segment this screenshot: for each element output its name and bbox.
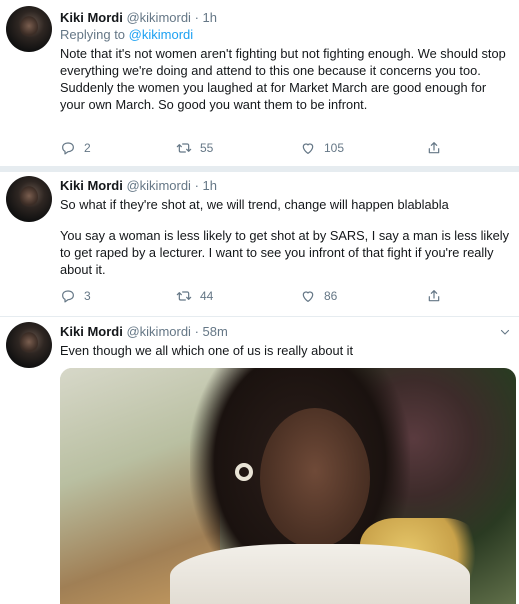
share-icon: [428, 290, 440, 302]
tweet-paragraph: Even though we all which one of us is re…: [60, 343, 354, 358]
like-button[interactable]: 105: [300, 140, 344, 156]
tweet-header: Kiki Mordi @kikimordi · 58m: [60, 324, 228, 340]
like-button[interactable]: 86: [300, 288, 337, 304]
tweet-paragraph: Suddenly the women you laughed at for Ma…: [60, 80, 487, 112]
avatar[interactable]: [6, 176, 52, 222]
replying-to-label: Replying to: [60, 27, 129, 42]
retweet-button[interactable]: 44: [176, 288, 213, 304]
retweet-button[interactable]: 55: [176, 140, 213, 156]
tweet-text: So what if they're shot at, we will tren…: [60, 196, 512, 278]
replying-to-handle-link[interactable]: @kikimordi: [129, 27, 193, 42]
avatar[interactable]: [6, 6, 52, 52]
separator-dot: ·: [194, 10, 199, 25]
share-button[interactable]: [426, 140, 442, 156]
tweet-header: Kiki Mordi @kikimordi · 1h: [60, 10, 217, 26]
display-name[interactable]: Kiki Mordi: [60, 178, 123, 193]
replying-to: Replying to @kikimordi: [60, 27, 193, 43]
retweet-count: 44: [200, 289, 214, 303]
timestamp[interactable]: 1h: [203, 178, 217, 193]
heart-icon: [302, 291, 314, 302]
like-count: 86: [324, 289, 338, 303]
tweet-actions: 2 55 105: [60, 140, 460, 158]
tweet-2[interactable]: Kiki Mordi @kikimordi · 1h So what if th…: [0, 172, 519, 314]
tweet-text: Even though we all which one of us is re…: [60, 342, 512, 359]
share-icon: [428, 142, 440, 154]
retweet-icon: [176, 143, 192, 153]
heart-icon: [302, 143, 314, 154]
reply-count: 2: [84, 141, 91, 155]
user-handle[interactable]: @kikimordi: [126, 324, 190, 339]
retweet-icon: [176, 291, 192, 301]
photo-face: [260, 408, 370, 548]
reply-count: 3: [84, 289, 91, 303]
display-name[interactable]: Kiki Mordi: [60, 10, 123, 25]
reply-button[interactable]: 3: [60, 288, 91, 304]
reply-icon: [62, 290, 74, 303]
separator-dot: ·: [194, 178, 199, 193]
avatar[interactable]: [6, 322, 52, 368]
tweet-actions: 3 44 86: [60, 288, 460, 306]
reply-button[interactable]: 2: [60, 140, 91, 156]
photo-earring: [235, 463, 253, 481]
tweet-text: Note that it's not women aren't fighting…: [60, 45, 512, 113]
like-count: 105: [324, 141, 345, 155]
tweet-1[interactable]: Kiki Mordi @kikimordi · 1h Replying to @…: [0, 0, 519, 166]
tweet-feed: Kiki Mordi @kikimordi · 1h Replying to @…: [0, 0, 519, 604]
timestamp[interactable]: 1h: [203, 10, 217, 25]
tweet-photo[interactable]: [60, 368, 516, 604]
tweet-paragraph: So what if they're shot at, we will tren…: [60, 197, 449, 212]
retweet-count: 55: [200, 141, 214, 155]
photo-dress: [170, 544, 470, 604]
tweet-paragraph: You say a woman is less likely to get sh…: [60, 228, 510, 277]
reply-icon: [62, 142, 74, 155]
display-name[interactable]: Kiki Mordi: [60, 324, 123, 339]
chevron-down-icon[interactable]: [499, 326, 511, 338]
user-handle[interactable]: @kikimordi: [126, 178, 190, 193]
share-button[interactable]: [426, 288, 442, 304]
user-handle[interactable]: @kikimordi: [126, 10, 190, 25]
tweet-paragraph: Note that it's not women aren't fighting…: [60, 46, 506, 78]
tweet-header: Kiki Mordi @kikimordi · 1h: [60, 178, 217, 194]
timestamp[interactable]: 58m: [203, 324, 228, 339]
separator-dot: ·: [194, 324, 199, 339]
